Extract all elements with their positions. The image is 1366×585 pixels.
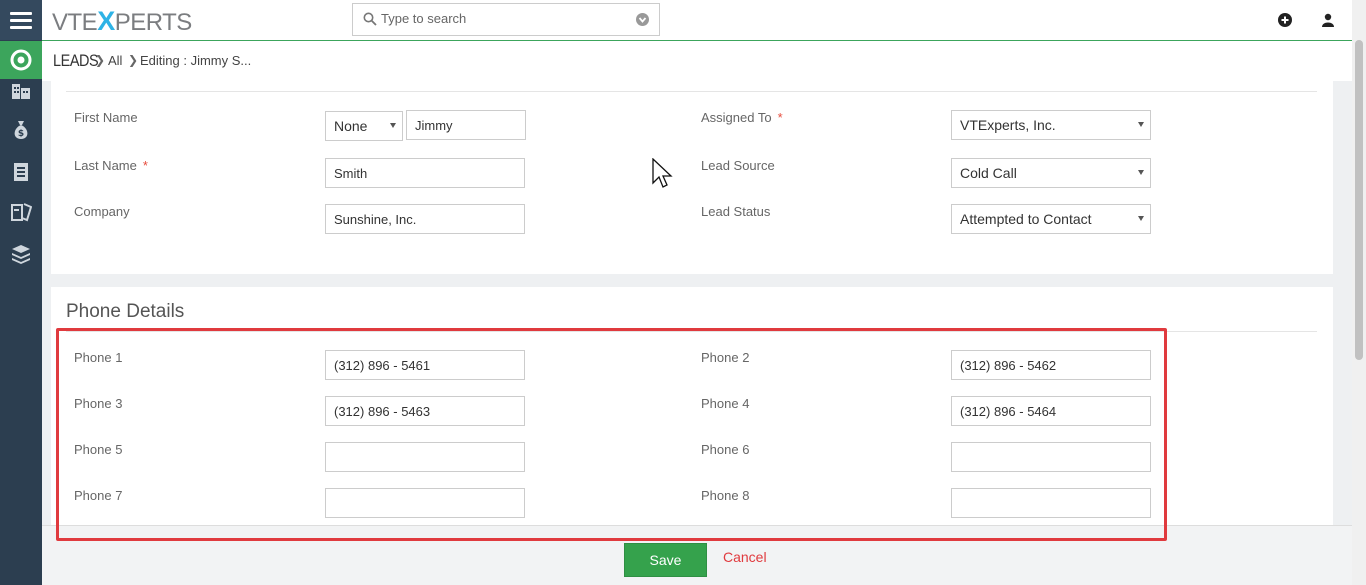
breadcrumb-all[interactable]: All	[108, 53, 122, 68]
lead-details-panel: First Name None Last Name* Company Assig…	[51, 81, 1333, 274]
company-input[interactable]	[325, 204, 525, 234]
breadcrumb-current: Editing : Jimmy S...	[140, 53, 252, 68]
add-icon[interactable]	[1277, 12, 1293, 28]
required-marker: *	[142, 158, 148, 173]
assigned-to-select[interactable]: VTExperts, Inc.	[951, 110, 1151, 140]
highlight-box	[56, 328, 1167, 541]
last-name-label: Last Name *	[74, 158, 148, 173]
mouse-cursor-icon	[652, 157, 674, 193]
first-name-label: First Name	[74, 110, 138, 125]
vtexperts-logo[interactable]: VTEXPERTS	[52, 6, 192, 37]
dropdown-arrow-icon	[1138, 122, 1144, 127]
divider	[66, 91, 1317, 92]
lead-source-value: Cold Call	[960, 165, 1017, 181]
top-bar: VTEXPERTS	[42, 0, 1366, 41]
scrollbar-thumb[interactable]	[1355, 40, 1363, 360]
salutation-value: None	[334, 118, 368, 134]
lead-status-value: Attempted to Contact	[960, 211, 1092, 227]
salutation-select[interactable]: None	[325, 111, 403, 141]
breadcrumb-module[interactable]: LEADS	[53, 51, 99, 71]
tickets-icon[interactable]	[9, 200, 33, 224]
money-bag-icon[interactable]: $	[9, 118, 33, 142]
cancel-link[interactable]: Cancel	[723, 549, 767, 565]
lead-status-select[interactable]: Attempted to Contact	[951, 204, 1151, 234]
contacts-book-icon[interactable]	[9, 160, 33, 184]
save-button[interactable]: Save	[624, 543, 707, 577]
search-input[interactable]	[381, 11, 621, 26]
first-name-input[interactable]	[406, 110, 526, 140]
dropdown-arrow-icon	[390, 123, 396, 128]
user-icon[interactable]	[1320, 12, 1336, 28]
global-search[interactable]	[352, 3, 660, 36]
assigned-to-label: Assigned To *	[701, 110, 783, 125]
section-title: Phone Details	[66, 301, 185, 322]
breadcrumb-separator-icon: ❯	[128, 53, 139, 67]
leads-icon[interactable]	[0, 41, 42, 79]
assigned-to-value: VTExperts, Inc.	[960, 117, 1056, 133]
page-scrollbar[interactable]	[1352, 0, 1366, 585]
required-marker: *	[777, 110, 783, 125]
breadcrumb: LEADS ❯ All ❯ Editing : Jimmy S...	[42, 41, 1352, 81]
lead-source-label: Lead Source	[701, 158, 775, 173]
last-name-input[interactable]	[325, 158, 525, 188]
organizations-icon[interactable]	[9, 78, 33, 102]
dropdown-arrow-icon	[1138, 170, 1144, 175]
menu-icon[interactable]	[0, 0, 42, 40]
lead-status-label: Lead Status	[701, 204, 771, 219]
company-label: Company	[74, 204, 130, 219]
left-sidebar: $	[0, 0, 42, 585]
chevron-down-icon[interactable]	[636, 13, 649, 29]
svg-text:$: $	[18, 129, 24, 139]
lead-source-select[interactable]: Cold Call	[951, 158, 1151, 188]
search-icon	[363, 12, 377, 29]
products-icon[interactable]	[9, 242, 33, 266]
breadcrumb-separator-icon: ❯	[95, 53, 106, 67]
dropdown-arrow-icon	[1138, 216, 1144, 221]
